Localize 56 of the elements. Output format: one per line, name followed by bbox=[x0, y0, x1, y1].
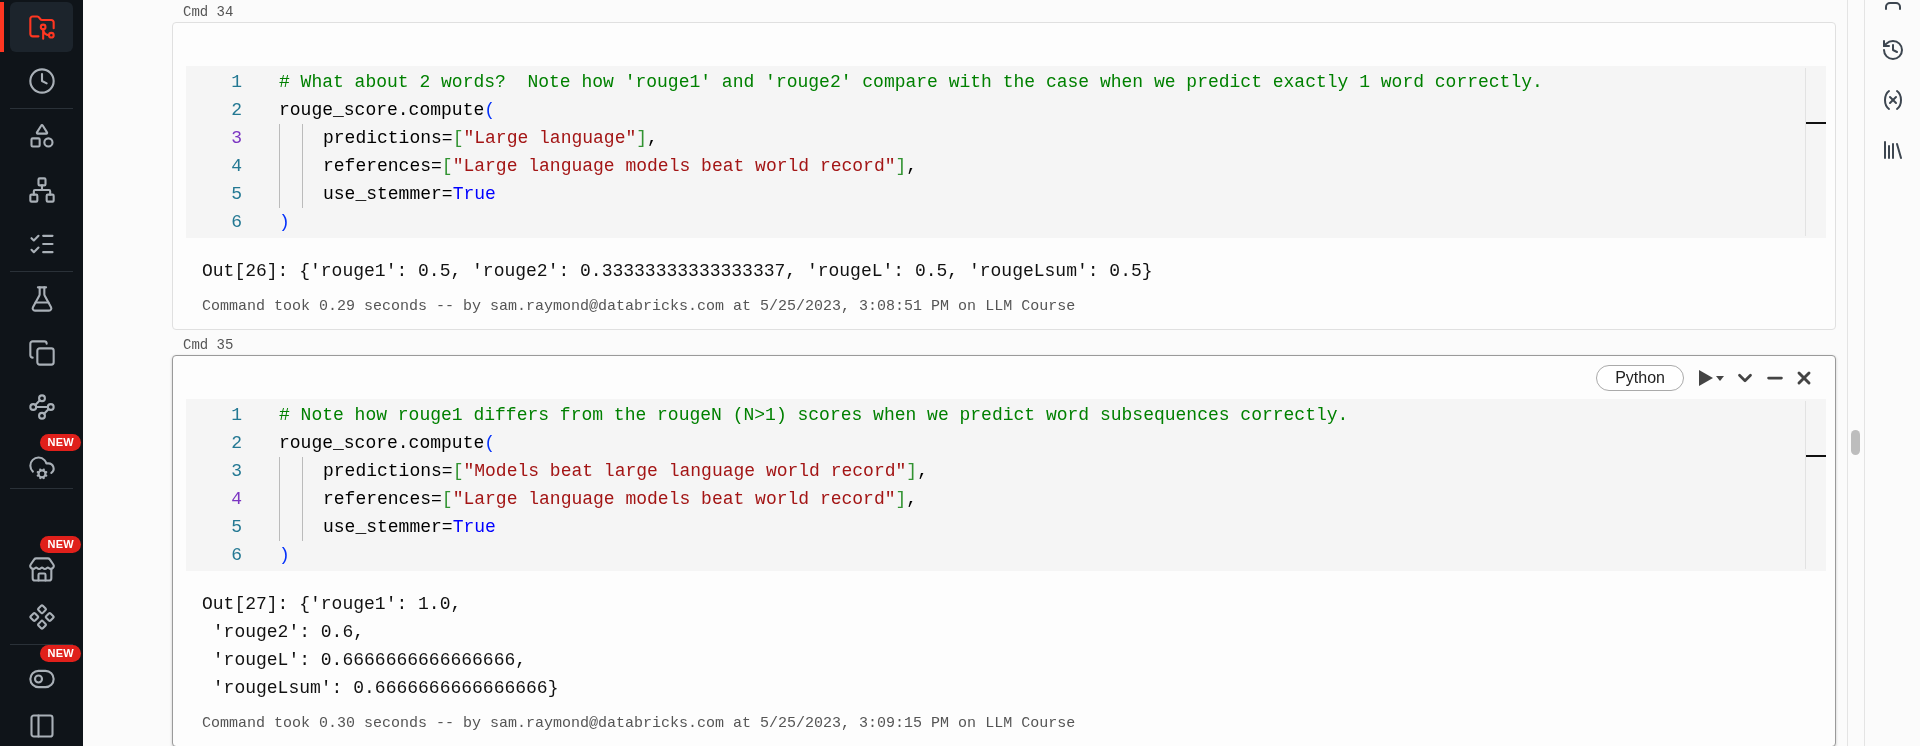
cursor-marker bbox=[1806, 122, 1826, 124]
command-label: Cmd 35 bbox=[182, 336, 235, 355]
output-line: Out[26]: {'rouge1': 0.5, 'rouge2': 0.33333333333333337, 'rougeL': 0.5, 'rougeLsum': 0.5} bbox=[202, 260, 1154, 283]
code-line: # Note how rouge1 differs from the rougeN (N>1) scores when we predict word subsequences correctly. bbox=[279, 405, 1349, 425]
new-badge: NEW bbox=[40, 645, 81, 662]
line-number: 5 bbox=[230, 184, 242, 204]
active-indicator bbox=[0, 2, 4, 52]
line-number: 3 bbox=[230, 128, 242, 148]
scrollbar-thumb[interactable] bbox=[1851, 430, 1860, 455]
store-icon bbox=[27, 556, 56, 584]
line-number: 4 bbox=[230, 156, 242, 176]
line-number: 2 bbox=[230, 100, 242, 120]
output-line: 'rouge2': 0.6, bbox=[211, 621, 366, 644]
code-line: # What about 2 words? Note how 'rouge1' and 'rouge2' compare with the case when we predict exactly 1 word correctly. bbox=[279, 72, 1543, 92]
new-badge: NEW bbox=[40, 434, 81, 451]
code-line: predictions=["Large language"], bbox=[323, 128, 658, 148]
new-badge: NEW bbox=[40, 536, 81, 553]
code-line: use_stemmer=True bbox=[323, 517, 496, 537]
code-line: references=["Large language models beat world record"], bbox=[323, 489, 918, 509]
copy-icon bbox=[27, 339, 56, 367]
code-line: ) bbox=[279, 212, 290, 232]
panel-icon bbox=[27, 712, 56, 740]
command-label: Cmd 34 bbox=[182, 3, 235, 22]
output-line: Out[27]: {'rouge1': 1.0, bbox=[202, 593, 463, 616]
output-line: 'rougeL': 0.6666666666666666, bbox=[211, 649, 528, 672]
line-number: 2 bbox=[230, 433, 242, 453]
line-number: 6 bbox=[230, 545, 242, 565]
line-number: 5 bbox=[230, 517, 242, 537]
line-number: 3 bbox=[230, 461, 242, 481]
code-line: rouge_score.compute( bbox=[279, 433, 496, 453]
code-line: use_stemmer=True bbox=[323, 184, 496, 204]
command-footer: Command took 0.29 seconds -- by sam.raymond@databricks.com at 5/25/2023, 3:08:51 PM on LLM Course bbox=[186, 297, 1826, 317]
code-editor[interactable] bbox=[186, 399, 1826, 571]
nav-button[interactable] bbox=[10, 2, 73, 52]
line-number: 4 bbox=[230, 489, 242, 509]
nodes-icon bbox=[27, 393, 56, 421]
code-line: predictions=["Models beat large language world record"], bbox=[323, 461, 928, 481]
code-line: rouge_score.compute( bbox=[279, 100, 496, 120]
history-icon[interactable] bbox=[1880, 38, 1905, 62]
code-line: ) bbox=[279, 545, 290, 565]
output-line: 'rougeLsum': 0.6666666666666666} bbox=[211, 677, 560, 700]
line-number: 1 bbox=[230, 72, 242, 92]
cloud-icon bbox=[27, 454, 56, 482]
code-line: references=["Large language models beat world record"], bbox=[323, 156, 918, 176]
shapes-icon bbox=[27, 122, 56, 150]
language-button[interactable]: Python bbox=[1596, 364, 1684, 391]
line-number: 6 bbox=[230, 212, 242, 232]
clock-icon bbox=[27, 67, 56, 95]
command-footer: Command took 0.30 seconds -- by sam.raymond@databricks.com at 5/25/2023, 3:09:15 PM on LLM Course bbox=[186, 714, 1826, 734]
run-button[interactable] bbox=[1698, 368, 1726, 387]
line-number: 1 bbox=[230, 405, 242, 425]
cursor-marker bbox=[1806, 455, 1826, 457]
network-icon bbox=[27, 176, 56, 204]
shapes-icon bbox=[27, 603, 56, 631]
code-editor[interactable] bbox=[186, 66, 1826, 238]
folder-icon bbox=[27, 13, 56, 41]
